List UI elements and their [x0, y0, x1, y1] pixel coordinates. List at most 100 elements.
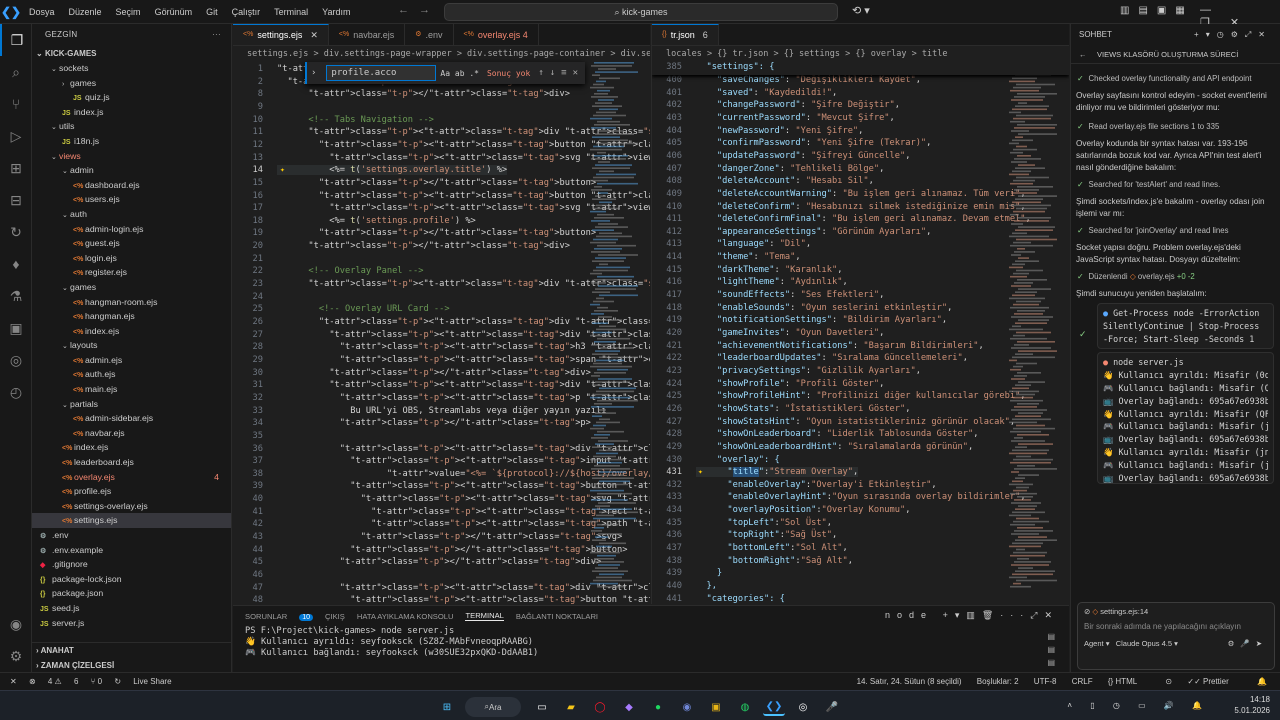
tree-item[interactable]: ⌄ utils	[32, 119, 231, 134]
tree-item[interactable]: ◆ .gitignore	[32, 557, 231, 572]
code-editor-left[interactable]: 1"t-attr">class="t-p"><"t-attr">class="t…	[233, 62, 650, 604]
task-view-icon[interactable]: ▭	[531, 698, 553, 716]
manage-gear-icon[interactable]: ⚙	[0, 640, 32, 672]
whatsapp-icon[interactable]: ◍	[734, 698, 756, 716]
go-live-icon[interactable]: ⊙	[1165, 677, 1172, 686]
terminal-output[interactable]: PS F:\Project\kick-games> node server.js…	[233, 626, 1069, 659]
context-chip[interactable]: ⊘ ◇ settings.ejs:14	[1078, 603, 1274, 620]
notifications-icon[interactable]: 🔔	[1257, 677, 1267, 686]
breadcrumb[interactable]: settings.ejs > div.settings-page-wrapper…	[233, 46, 650, 62]
tree-item[interactable]: ⌄ games	[32, 280, 231, 295]
containers-icon[interactable]: ▣	[0, 312, 32, 344]
edited-file[interactable]: overlay.ejs	[1138, 272, 1175, 281]
mongodb-icon[interactable]: ♦	[0, 248, 32, 280]
chat-actions[interactable]: +▾◷⚙⤢✕	[1194, 24, 1272, 46]
chat-session[interactable]: ← VIEWS KLASÖRÜ OLUŞTURMA SÜRECİ	[1071, 46, 1280, 64]
tree-item[interactable]: <% hangman-room.ejs	[32, 295, 231, 310]
tree-item[interactable]: <% login.ejs	[32, 251, 231, 266]
editor-tab[interactable]: <% settings.ejs ✕	[233, 24, 329, 45]
account-icon[interactable]: ◉	[0, 608, 32, 640]
menu-item[interactable]: Dosya	[29, 7, 55, 17]
menu-item[interactable]: Terminal	[274, 7, 308, 17]
find-nav-icons[interactable]: ↑↓≡✕	[538, 68, 584, 78]
mode-picker[interactable]: Agent	[1084, 639, 1104, 648]
terminal-command-box[interactable]: ● Get-Process node -ErrorAction Silently…	[1097, 303, 1274, 350]
panel-tab[interactable]: BAĞLANTI NOKTALARI	[516, 612, 598, 621]
forward-arrow-icon[interactable]: →	[419, 4, 430, 16]
explorer-icon[interactable]: ❐	[0, 24, 32, 56]
clock-date[interactable]: 5.01.2026	[1234, 705, 1270, 716]
panel-tab[interactable]: HATA AYIKLAMA KONSOLU	[357, 612, 454, 621]
menu-item[interactable]: Seçim	[116, 7, 141, 17]
menu-item[interactable]: Görünüm	[155, 7, 193, 17]
chrome-icon[interactable]: ◎	[792, 698, 814, 716]
tree-item[interactable]: <% index.ejs	[32, 324, 231, 339]
file-explorer-icon[interactable]: ▰	[560, 698, 582, 716]
send-icons[interactable]: ⚙🎤➤	[1228, 639, 1268, 648]
tree-item[interactable]: › games	[32, 76, 231, 91]
tree-item[interactable]: <% users.ejs	[32, 192, 231, 207]
layout-secondary-icon[interactable]: ▣	[1157, 5, 1166, 16]
find-options[interactable]: Aa ab .*	[440, 69, 479, 78]
live-share-icon[interactable]: ↻	[0, 216, 32, 248]
tree-item[interactable]: JS server.js	[32, 616, 231, 631]
editor-tab[interactable]: <% navbar.ejs	[329, 24, 406, 45]
tree-item[interactable]: {} package.json	[32, 586, 231, 601]
back-arrow-icon[interactable]: ←	[1079, 46, 1087, 64]
problems-status[interactable]: ⊗ 4 ⚠ 6	[29, 677, 78, 686]
tray-icons[interactable]: ˄ ▯ ◷ ▭ 🔊 🔔	[1067, 700, 1210, 711]
code-editor-right[interactable]: 385 "settings": {400 "saveChanges": "Değ…	[652, 62, 1069, 604]
tree-item[interactable]: <% index.ejs	[32, 440, 231, 455]
tree-item[interactable]: <% profile.ejs	[32, 484, 231, 499]
tree-item[interactable]: <% settings.ejs	[32, 513, 231, 528]
tree-item[interactable]: <% overlay.ejs 4	[32, 470, 231, 485]
tree-item[interactable]: <% dashboard.ejs	[32, 178, 231, 193]
source-control-icon[interactable]: ⑂	[0, 88, 32, 120]
tree-item[interactable]: <% leaderboard.ejs	[32, 455, 231, 470]
database-icon[interactable]: ◎	[0, 344, 32, 376]
find-input[interactable]: profile.acco	[326, 65, 437, 81]
tree-item[interactable]: <% admin-login.ejs	[32, 222, 231, 237]
eol[interactable]: CRLF	[1072, 677, 1093, 686]
language-mode[interactable]: {} HTML	[1108, 677, 1150, 686]
tree-item[interactable]: <% main.ejs	[32, 382, 231, 397]
tree-item[interactable]: ⚙ .env.example	[32, 543, 231, 558]
timer-icon[interactable]: ◴	[0, 376, 32, 408]
start-icon[interactable]: ⊞	[436, 698, 458, 716]
vscode-icon[interactable]: ❮❯	[763, 698, 785, 716]
panel-actions[interactable]: node +▾▥🗑···⤢✕	[885, 610, 1059, 621]
run-debug-icon[interactable]: ▷	[0, 120, 32, 152]
lightbulb-icon[interactable]: ✦	[698, 467, 703, 476]
chat-step[interactable]: ✓ Searched for 'testAlert' and read lines…	[1071, 178, 1280, 192]
tab-tr-json[interactable]: {} tr.json 6	[652, 24, 719, 45]
workspace-root[interactable]: ⌄ KICK-GAMES	[32, 46, 231, 61]
menu-item[interactable]: Düzenle	[69, 7, 102, 17]
command-center-search[interactable]: ⌕ kick-games	[444, 3, 838, 21]
tree-item[interactable]: JS quiz.js	[32, 90, 231, 105]
tree-item[interactable]: <% hangman.ejs	[32, 309, 231, 324]
layout-panel-icon[interactable]: ▤	[1138, 5, 1147, 16]
chat-step[interactable]: ✓ Searched for 'joinOverlay' and read lin…	[1071, 224, 1280, 238]
breadcrumb[interactable]: locales > {} tr.json > {} settings > {} …	[652, 46, 1069, 62]
clock-time[interactable]: 14:18	[1234, 694, 1270, 705]
tree-item[interactable]: {} package-lock.json	[32, 572, 231, 587]
timeline-section[interactable]: › ZAMAN ÇİZELGESİ	[32, 658, 232, 673]
minimize-icon[interactable]: —	[1200, 4, 1211, 16]
minimap-left[interactable]	[590, 62, 638, 602]
minimap-right[interactable]	[1009, 62, 1057, 602]
indentation[interactable]: Boşluklar: 2	[977, 677, 1019, 686]
ports-icon[interactable]: ⑂ 0	[91, 677, 102, 686]
menu-item[interactable]: Çalıştır	[232, 7, 261, 17]
tree-item[interactable]: <% auth.ejs	[32, 367, 231, 382]
remote-icon[interactable]: ⊟	[0, 184, 32, 216]
menu-item[interactable]: Git	[206, 7, 218, 17]
mic-app-icon[interactable]: 🎤	[821, 698, 843, 716]
chat-step[interactable]: ✓ Read overlay.ejs file sections 1 to 335	[1071, 120, 1280, 134]
panel-tab[interactable]: TERMINAL	[465, 611, 504, 621]
outline-section[interactable]: › ANAHAT	[32, 643, 232, 658]
live-share-status[interactable]: ↻ Live Share	[114, 677, 171, 686]
encoding[interactable]: UTF-8	[1034, 677, 1057, 686]
panel-tab[interactable]: SORUNLAR 10	[245, 612, 313, 621]
copilot-icon[interactable]: ⟲ ▾	[852, 4, 870, 17]
terminal-list[interactable]: ▤ ▤ ▤	[1047, 630, 1055, 669]
